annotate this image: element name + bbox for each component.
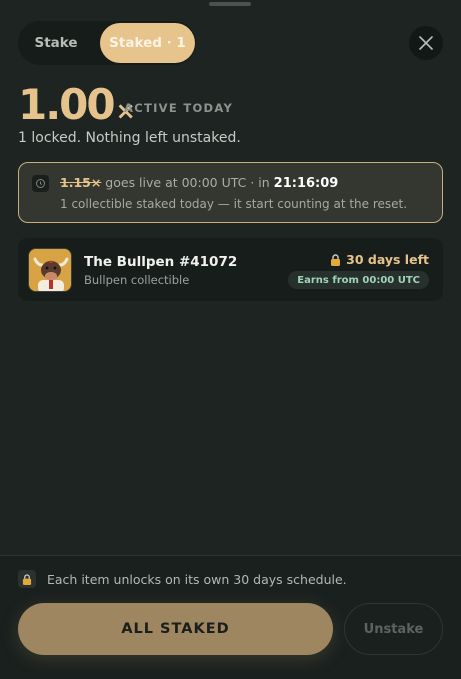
active-today-label: ACTIVE TODAY <box>124 101 234 115</box>
upcoming-boost-notice: 1.15× goes live at 00:00 UTC · in 21:16:… <box>18 162 443 223</box>
staked-item-card[interactable]: The Bullpen #41072 Bullpen collectible 3… <box>18 238 443 301</box>
lock-status: 30 days left <box>330 252 429 267</box>
drag-handle[interactable] <box>209 2 251 6</box>
clock-icon <box>32 175 49 192</box>
close-icon <box>419 36 433 50</box>
tab-staked[interactable]: Staked · 1 <box>100 23 195 63</box>
notice-headline: 1.15× goes live at 00:00 UTC · in 21:16:… <box>60 175 338 191</box>
close-button[interactable] <box>409 26 443 60</box>
collectible-avatar <box>28 248 72 292</box>
multiplier-value: 1.00 <box>18 80 116 129</box>
collectible-subtitle: Bullpen collectible <box>84 273 190 287</box>
notice-mid-text: goes live at 00:00 UTC · in <box>101 175 274 190</box>
all-staked-button[interactable]: ALL STAKED <box>18 603 333 655</box>
multiplier-display: 1.00 × <box>18 80 136 129</box>
tab-switcher: Stake Staked · 1 <box>18 21 196 65</box>
earns-from-badge: Earns from 00:00 UTC <box>288 271 429 289</box>
tab-stake[interactable]: Stake <box>22 23 90 63</box>
unstake-button[interactable]: Unstake <box>344 603 443 655</box>
notice-detail: 1 collectible staked today — it start co… <box>60 197 408 211</box>
days-left-text: 30 days left <box>346 252 429 267</box>
staking-summary: 1 locked. Nothing left unstaked. <box>18 130 241 146</box>
unlock-info-text: Each item unlocks on its own 30 days sch… <box>47 572 347 587</box>
upcoming-multiplier: 1.15× <box>60 175 102 190</box>
lock-icon <box>331 253 341 266</box>
footer-bar: Each item unlocks on its own 30 days sch… <box>0 555 461 679</box>
lock-icon <box>18 570 36 588</box>
countdown-timer: 21:16:09 <box>273 176 339 191</box>
collectible-title: The Bullpen #41072 <box>84 254 238 270</box>
